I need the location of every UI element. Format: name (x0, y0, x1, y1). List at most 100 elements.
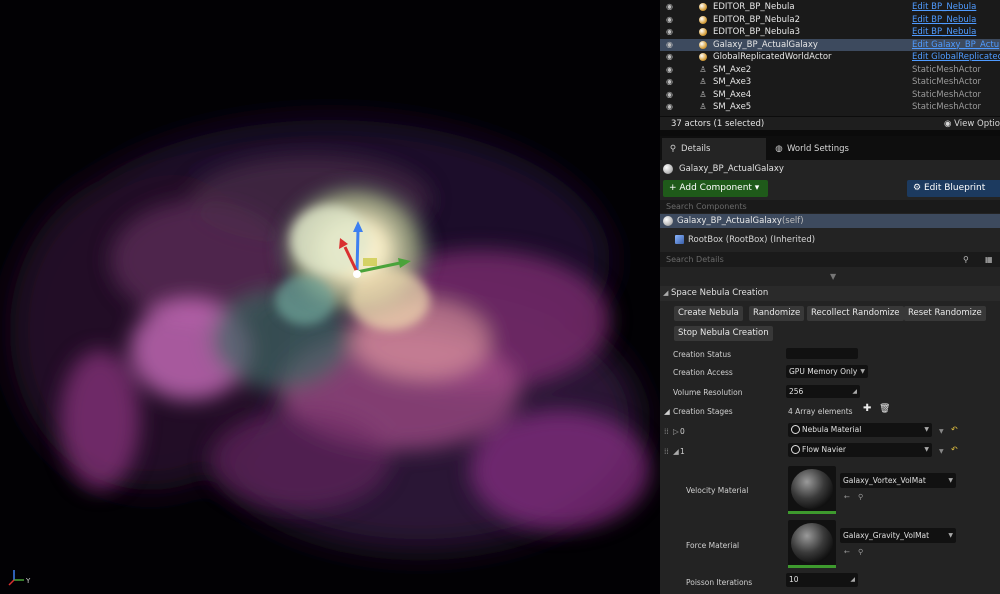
svg-text:Y: Y (25, 577, 31, 585)
globe-icon: ◍ (775, 144, 783, 154)
randomize-button[interactable]: Randomize (749, 306, 805, 321)
static-mesh-actor-icon: ♙ (699, 89, 707, 99)
drag-handle-icon[interactable]: ⁞⁞ (664, 447, 669, 456)
outliner-row-selected[interactable]: ◉ Galaxy_BP_ActualGalaxy Edit Galaxy_BP_… (660, 38, 1000, 52)
eye-icon[interactable]: ◉ (666, 64, 676, 77)
outliner-row[interactable]: ◉ ♙ SM_Axe3 StaticMeshActor (660, 76, 1000, 89)
browse-icon[interactable]: ⚲ (858, 548, 863, 556)
edit-blueprint-link[interactable]: Edit BP_Nebula (912, 26, 976, 39)
view-options-label: View Optio (954, 119, 1000, 129)
reset-randomize-button[interactable]: Reset Randomize (904, 306, 986, 321)
stage-0-dropdown[interactable]: Nebula Material ▼ (788, 423, 932, 437)
add-element-icon[interactable]: ✚ (863, 403, 871, 414)
force-material-dropdown[interactable]: Galaxy_Gravity_VolMat ▼ (840, 528, 956, 543)
outliner-row[interactable]: ◉ EDITOR_BP_Nebula Edit BP_Nebula (660, 1, 1000, 14)
poisson-iterations-label: Poisson Iterations (686, 578, 753, 587)
use-selected-icon[interactable]: ← (844, 493, 850, 501)
expand-caret-icon[interactable]: ▷ (673, 427, 679, 436)
stage-1-value: Flow Navier (802, 445, 846, 454)
outliner-row[interactable]: ◉ GlobalReplicatedWorldActor Edit Global… (660, 51, 1000, 64)
outliner-row[interactable]: ◉ EDITOR_BP_Nebula2 Edit BP_Nebula (660, 14, 1000, 27)
edit-blueprint-link[interactable]: Edit BP_Nebula (912, 14, 976, 27)
stage-0-index: 0 (680, 427, 685, 436)
actor-icon (663, 164, 673, 174)
eye-icon[interactable]: ◉ (666, 51, 676, 64)
outliner-row[interactable]: ◉ ♙ SM_Axe4 StaticMeshActor (660, 89, 1000, 102)
chevron-down-icon[interactable]: ▼ (830, 272, 836, 281)
view-options-button[interactable]: ◉ View Optio (944, 117, 1000, 131)
object-icon (791, 425, 800, 434)
eye-icon[interactable]: ◉ (666, 76, 676, 89)
category-label: Space Nebula Creation (671, 288, 769, 298)
velocity-material-dropdown[interactable]: Galaxy_Vortex_VolMat ▼ (840, 473, 956, 488)
static-mesh-actor-icon: ♙ (699, 64, 707, 74)
options-arrow-icon[interactable]: ▼ (939, 428, 944, 435)
trash-icon[interactable]: 🗑 (879, 404, 890, 414)
outliner-row[interactable]: ◉ ♙ SM_Axe5 StaticMeshActor (660, 101, 1000, 114)
volume-resolution-input[interactable]: 256 ◢ (786, 385, 860, 398)
world-outliner: ◉ EDITOR_BP_Nebula Edit BP_Nebula ◉ EDIT… (660, 0, 1000, 117)
actor-label: EDITOR_BP_Nebula2 (713, 14, 801, 25)
options-arrow-icon[interactable]: ▼ (939, 448, 944, 455)
stage-1-dropdown[interactable]: Flow Navier ▼ (788, 443, 932, 457)
edit-blueprint-link[interactable]: Edit GlobalReplicated (912, 51, 1000, 64)
eye-icon[interactable]: ◉ (666, 89, 676, 102)
component-rootbox-label: RootBox (RootBox) (Inherited) (688, 235, 816, 245)
actor-type: StaticMeshActor (912, 77, 982, 87)
browse-icon[interactable]: ⚲ (858, 493, 863, 501)
reset-arrow-icon[interactable]: ↶ (951, 425, 958, 434)
force-material-label: Force Material (686, 541, 740, 550)
tab-details-label: Details (681, 144, 711, 154)
level-viewport[interactable]: Y (0, 0, 660, 594)
velocity-material-value: Galaxy_Vortex_VolMat (843, 476, 926, 485)
eye-icon[interactable]: ◉ (666, 26, 676, 39)
static-mesh-actor-icon: ♙ (699, 102, 707, 111)
creation-access-dropdown[interactable]: GPU Memory Only ▼ (786, 365, 868, 378)
spin-icon: ◢ (850, 576, 855, 583)
force-material-thumbnail[interactable] (788, 520, 836, 568)
stage-1-index: 1 (680, 447, 685, 456)
velocity-material-thumbnail[interactable] (788, 466, 836, 514)
poisson-iterations-input[interactable]: 10 ◢ (786, 573, 858, 587)
outliner-footer: 37 actors (1 selected) ◉ View Optio (660, 116, 1000, 130)
grid-view-icon[interactable]: ▦ (985, 252, 993, 267)
eye-icon[interactable]: ◉ (666, 14, 676, 27)
edit-blueprint-link[interactable]: Edit BP_Nebula (912, 1, 976, 14)
edit-blueprint-button[interactable]: ⚙ Edit Blueprint (907, 180, 1000, 197)
drag-handle-icon[interactable]: ⁞⁞ (664, 427, 669, 436)
component-self-label: Galaxy_BP_ActualGalaxy (677, 216, 782, 226)
reset-arrow-icon[interactable]: ↶ (951, 445, 958, 454)
details-tab-bar: ⚲Details ◍World Settings× (660, 136, 1000, 176)
component-self[interactable]: Galaxy_BP_ActualGalaxy(self) (660, 214, 1000, 228)
stop-nebula-creation-button[interactable]: Stop Nebula Creation (674, 326, 773, 341)
search-details-input[interactable]: Search Details ⚲ ▦ (660, 252, 1000, 267)
tab-world-settings-label: World Settings (787, 144, 849, 154)
creation-stages-label: Creation Stages (673, 407, 733, 416)
component-rootbox[interactable]: RootBox (RootBox) (Inherited) (660, 232, 1000, 248)
eye-icon[interactable]: ◉ (666, 39, 676, 52)
outliner-row[interactable]: ◉ ♙ SM_Axe2 StaticMeshActor (660, 64, 1000, 77)
tab-details[interactable]: ⚲ Details (662, 138, 766, 160)
actor-label: SM_Axe4 (713, 89, 752, 100)
use-selected-icon[interactable]: ← (844, 548, 850, 556)
actor-label: SM_Axe3 (713, 77, 752, 87)
collapse-caret-icon[interactable]: ◢ (664, 407, 670, 416)
volume-resolution-value: 256 (789, 387, 804, 396)
category-space-nebula-creation[interactable]: ◢ Space Nebula Creation (660, 286, 1000, 301)
add-component-button[interactable]: + Add Component ▾ (663, 180, 768, 197)
static-mesh-actor-icon: ♙ (699, 77, 707, 86)
edit-blueprint-link[interactable]: Edit Galaxy_BP_Actu (912, 39, 999, 52)
create-nebula-button[interactable]: Create Nebula (674, 306, 743, 321)
outliner-row[interactable]: ◉ EDITOR_BP_Nebula3 Edit BP_Nebula (660, 26, 1000, 39)
collapse-caret-icon[interactable]: ◢ (673, 447, 679, 456)
search-components-input[interactable]: Search Components (660, 200, 1000, 213)
tab-world-settings[interactable]: ◍World Settings× (768, 138, 868, 176)
eye-icon[interactable]: ◉ (666, 101, 676, 114)
actor-icon (663, 216, 673, 226)
search-icon[interactable]: ⚲ (963, 252, 969, 267)
actor-label: EDITOR_BP_Nebula (713, 2, 795, 12)
eye-icon[interactable]: ◉ (666, 1, 676, 14)
recollect-randomize-button[interactable]: Recollect Randomize (807, 306, 904, 321)
edit-blueprint-label: Edit Blueprint (923, 183, 986, 193)
spin-icon: ◢ (852, 388, 857, 395)
